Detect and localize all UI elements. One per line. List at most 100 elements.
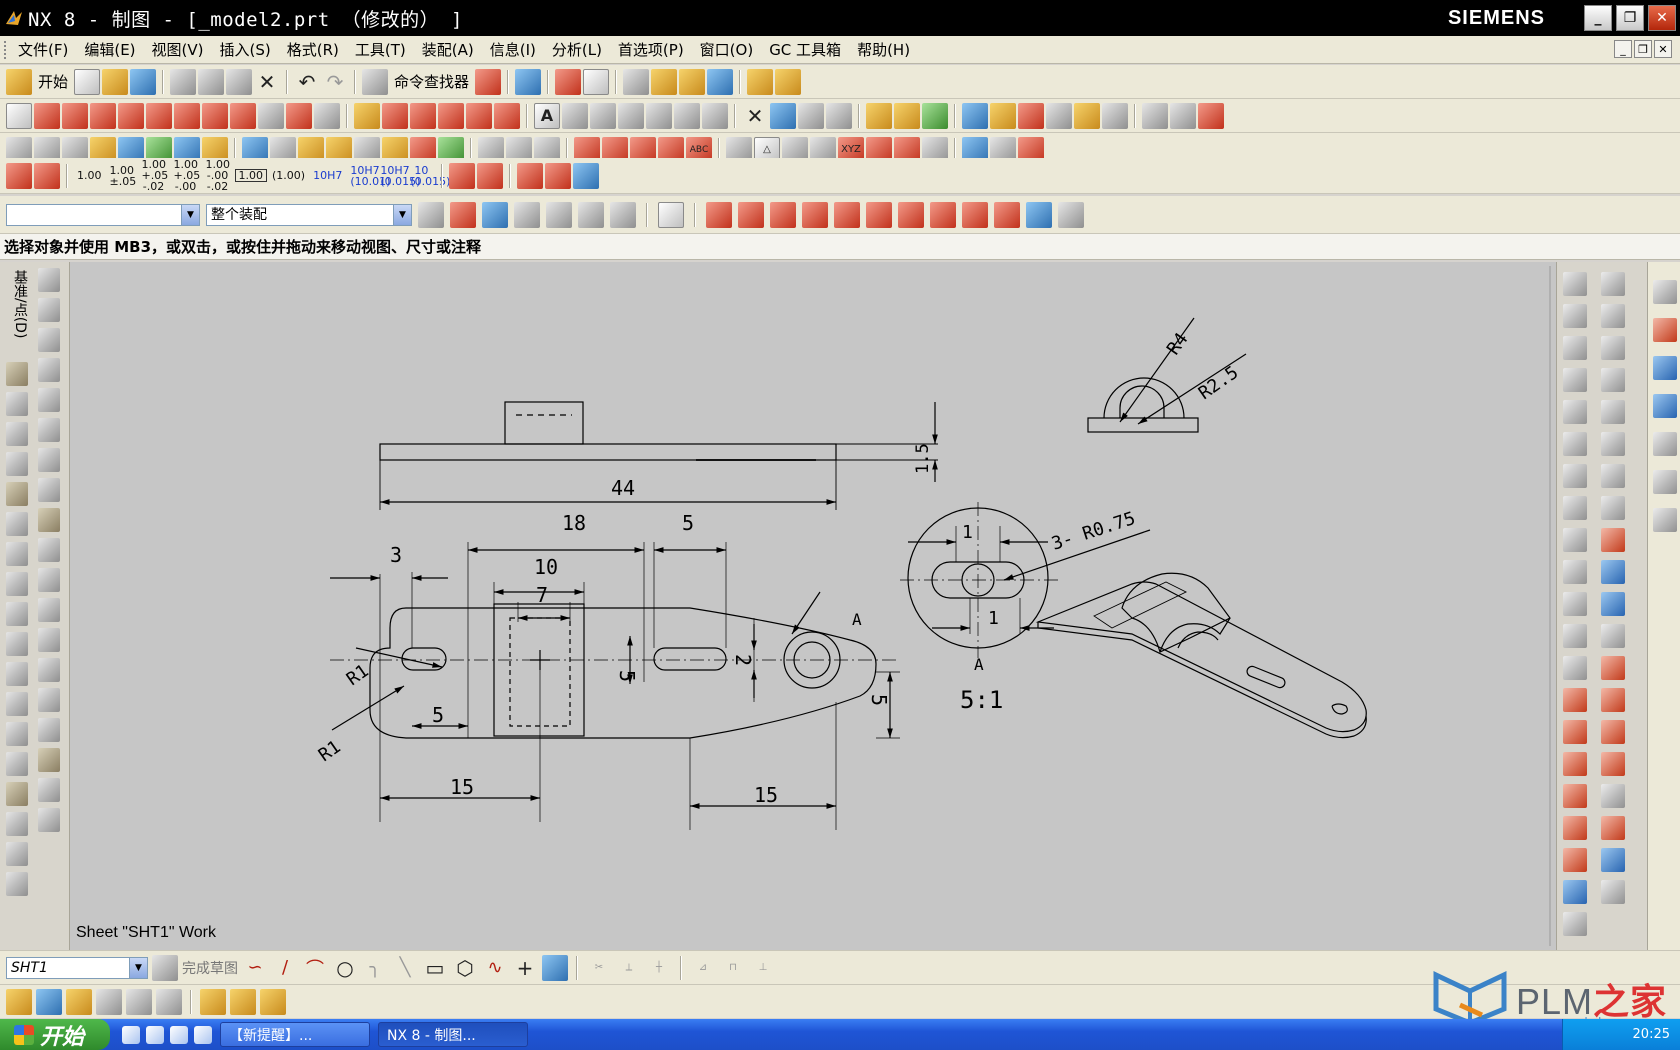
extrude-icon[interactable] (6, 512, 28, 536)
drawing-sheet[interactable]: 44 1.5 18 5 3 10 7 5 2 5 5 15 15 R1 R1 A… (70, 262, 1556, 950)
pocket-icon[interactable] (6, 632, 28, 656)
quicklaunch-browser-icon[interactable] (146, 1025, 164, 1044)
analysis-icon[interactable] (679, 68, 706, 95)
paste-icon[interactable] (226, 68, 253, 95)
join-curve-icon[interactable] (1601, 656, 1625, 680)
scale-body-icon[interactable] (38, 568, 60, 592)
rectangle-select-icon[interactable] (658, 201, 684, 228)
polygon-icon[interactable] (1563, 816, 1587, 840)
curve-on-surface-icon[interactable] (1601, 496, 1625, 520)
thicken-icon[interactable] (1601, 336, 1625, 360)
snap-intersection-icon[interactable] (866, 201, 892, 228)
circle-icon[interactable] (1563, 752, 1587, 776)
edge-blend-icon[interactable] (38, 358, 60, 382)
offset-centerline-icon[interactable] (438, 102, 464, 129)
detail-dim-1-bottom[interactable]: 1 (988, 608, 999, 629)
break-view-icon[interactable] (202, 102, 228, 129)
dim-3[interactable]: 3 (390, 543, 402, 567)
sphere-icon[interactable] (6, 482, 28, 506)
ruler-icon[interactable] (747, 68, 774, 95)
datum-target-icon[interactable] (702, 102, 728, 129)
bridge-icon[interactable] (1563, 496, 1587, 520)
dimension-icon[interactable] (6, 162, 32, 189)
through-curves-icon[interactable] (1563, 336, 1587, 360)
reposition-icon[interactable] (156, 988, 182, 1015)
bolt-circle-icon[interactable] (410, 102, 436, 129)
snap-center-icon[interactable] (898, 201, 924, 228)
bom-icon[interactable] (1074, 102, 1100, 129)
tolerance-basic[interactable]: 1.00 (234, 169, 267, 182)
hatch-icon[interactable] (1102, 102, 1128, 129)
snap-midpoint-icon[interactable] (738, 201, 764, 228)
tolerance-fit-value[interactable]: 10H7 (0.015) (377, 165, 420, 187)
slot-icon[interactable] (6, 692, 28, 716)
protractor-icon[interactable] (775, 68, 802, 95)
intersection-symbol-icon[interactable]: ✕ (742, 103, 768, 129)
note-icon[interactable]: A (534, 102, 560, 129)
front-view[interactable] (379, 401, 938, 510)
drawing-canvas[interactable]: 44 1.5 18 5 3 10 7 5 2 5 5 15 15 R1 R1 A… (70, 262, 1556, 950)
tolerance-unilateral-down[interactable]: 1.00 -.00 -.02 (203, 159, 233, 192)
sketch-offset-icon[interactable] (542, 954, 568, 981)
start-button[interactable]: 开始 (34, 71, 72, 92)
cube-icon[interactable] (6, 422, 28, 446)
table-note-icon[interactable] (866, 102, 892, 129)
datum-csys-icon[interactable] (38, 328, 60, 352)
pencil-icon[interactable] (477, 162, 504, 189)
fillet-icon[interactable] (1563, 784, 1587, 808)
dim-2[interactable]: 2 (731, 654, 755, 666)
sketch-point-icon[interactable]: + (512, 955, 538, 981)
filter-reset-icon[interactable] (418, 201, 444, 228)
web-browser-icon[interactable] (1652, 432, 1677, 456)
auto-constraint-icon[interactable]: ⊥ (750, 955, 776, 981)
radius-r1-bottom[interactable]: R1 (315, 736, 345, 766)
mate-component-icon[interactable] (96, 988, 122, 1015)
divide-curve-icon[interactable] (1601, 720, 1625, 744)
pad-icon[interactable] (6, 662, 28, 686)
reset-icon[interactable] (573, 162, 600, 189)
menu-info[interactable]: 信息(I) (482, 39, 544, 60)
radius-r2-5[interactable]: R2.5 (1195, 362, 1243, 404)
undo-icon[interactable]: ↶ (294, 69, 320, 95)
profile-icon[interactable]: ∽ (242, 955, 268, 981)
surface-icon[interactable] (1563, 272, 1587, 296)
symmetric-centerline-icon[interactable] (382, 102, 408, 129)
trim-body-icon[interactable] (38, 478, 60, 502)
quick-extend-icon[interactable]: ⟂ (616, 955, 642, 981)
diameter-icon[interactable] (517, 162, 544, 189)
extension-icon[interactable] (1563, 560, 1587, 584)
help-icon[interactable] (1198, 102, 1224, 129)
command-finder-button[interactable]: 命令查找器 (390, 71, 473, 92)
sketch-line-icon[interactable]: / (272, 955, 298, 981)
maximize-button[interactable]: ❐ (1616, 5, 1644, 31)
swept-icon[interactable] (1563, 400, 1587, 424)
isoparametric-icon[interactable] (1601, 464, 1625, 488)
dim-10[interactable]: 10 (534, 555, 558, 579)
menu-insert[interactable]: 插入(S) (212, 39, 279, 60)
chevron-down-icon[interactable]: ▼ (129, 957, 147, 978)
select-icon[interactable] (515, 68, 542, 95)
chamfer-icon[interactable] (38, 388, 60, 412)
corner-icon[interactable] (1601, 752, 1625, 776)
image-icon[interactable] (826, 102, 852, 129)
menu-assembly[interactable]: 装配(A) (414, 39, 482, 60)
hole-icon[interactable] (6, 572, 28, 596)
draft-icon[interactable] (6, 872, 28, 896)
datum-icon[interactable] (590, 102, 616, 129)
snap-onCurve-icon[interactable] (994, 201, 1020, 228)
patch-sheet-icon[interactable] (1601, 368, 1625, 392)
section-view-icon[interactable] (118, 102, 144, 129)
detail-dim-1-top[interactable]: 1 (962, 522, 973, 543)
wave-link-icon[interactable] (260, 988, 286, 1015)
taskbar-item-reminder[interactable]: 【新提醒】... (220, 1022, 370, 1047)
book-icon[interactable] (38, 448, 60, 472)
projected-view-icon[interactable] (62, 102, 88, 129)
diameter-offset-icon[interactable] (545, 162, 572, 189)
sketch-circle-icon[interactable]: ○ (332, 955, 358, 981)
sketch-polygon-icon[interactable]: ⬡ (452, 955, 478, 981)
emboss-icon[interactable] (6, 812, 28, 836)
detail-view-icon[interactable] (90, 102, 116, 129)
dim-44[interactable]: 44 (611, 476, 635, 500)
snap-line-icon[interactable] (802, 201, 828, 228)
view-boundary-icon[interactable] (258, 102, 284, 129)
